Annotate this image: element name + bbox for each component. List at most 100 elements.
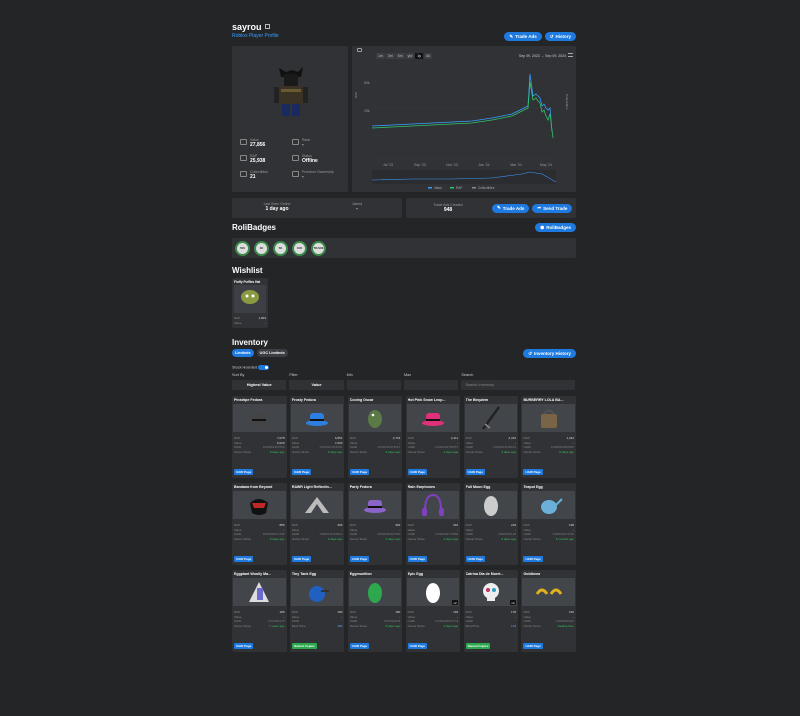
last-seen-card: Last Seen Online 1 day ago Joined - (232, 198, 402, 218)
inventory-item-card[interactable]: BURBERRY LOLA BA... RAP 1,344 Value - UAID… (521, 396, 576, 478)
uaid-page-button[interactable]: UAID Page (407, 556, 428, 562)
uaid-page-button[interactable]: UAID Page (407, 643, 428, 649)
send-trade-button[interactable]: ➦ Send Trade (532, 203, 573, 213)
inventory-item-card[interactable]: RAWR Light Reflectin... RAP 396 Value - UA… (289, 483, 345, 565)
inventory-item-card[interactable]: Tiny Tank Egg RAP 180 Value - UAID Best Pr… (289, 570, 345, 652)
inventory-item-card[interactable]: Party Fedora RAP 352 Value - UAID 115844808… (347, 483, 403, 565)
item-value: - (341, 614, 343, 619)
legend-label: Value (434, 186, 442, 190)
chart-grid (372, 79, 556, 159)
item-owner-since: 3 days ago (501, 536, 517, 541)
item-name: The Bequiem (465, 398, 489, 402)
owned-copies-button[interactable]: Owned Copies (291, 643, 317, 649)
item-owner-since: 5 days ago (559, 449, 574, 454)
search-input[interactable]: Search Inventory (461, 380, 576, 390)
badge-item[interactable]: 5K (273, 240, 288, 256)
item-thumbnail (406, 491, 460, 519)
trophy-icon (292, 139, 299, 145)
inventory-item-card[interactable]: Bandana from Beyond RAP 885 Value - UAID 48… (232, 483, 287, 565)
item-owner-since: 4 days ago (443, 449, 459, 454)
uaid-page-button[interactable]: UAID Page (234, 643, 254, 649)
item-name: Pinstripe Fedora (234, 398, 263, 402)
profile-subtitle[interactable]: Roblox Player Profile (232, 33, 279, 39)
filter-select[interactable]: Value (289, 380, 344, 390)
uaid-page-button[interactable]: UAID Page (291, 556, 312, 562)
last-seen-value: 1 day ago (265, 206, 289, 212)
series-rap-line (371, 81, 554, 139)
inventory-grid: Pinstripe Fedora RAP 7,078 Value 6,000 UAI… (232, 396, 576, 652)
item-owner-since: 4 days ago (443, 536, 459, 541)
owner-since-label: Best Price (465, 623, 480, 628)
inventory-history-button[interactable]: ↺ Inventory History (523, 349, 576, 358)
item-name: Frosty Fedora (291, 398, 316, 402)
inventory-item-card[interactable]: Full Moon Egg RAP 203 Value - UAID 13829032… (463, 483, 519, 565)
item-thumbnail (522, 578, 575, 606)
profile-header: sayrou Roblox Player Profile ✎ Trade Ads … (232, 20, 576, 42)
rolibadges-button[interactable]: ⬢ RoliBadges (535, 223, 576, 232)
item-name: Cooing Oscar (349, 398, 374, 402)
value-rap-chart: 50k 25k RAP Collectibles Jul '23 Sep '23 N… (354, 73, 569, 190)
badge-item[interactable]: 500 (235, 240, 250, 256)
item-thumbnail (406, 404, 460, 432)
max-input[interactable] (403, 380, 459, 390)
send-icon: ➦ (537, 205, 542, 210)
inventory-item-card[interactable]: Catrina Dia de Muert... x3 RAP 178 Value -… (463, 570, 519, 652)
item-quantity-badge: x3 (509, 600, 517, 605)
inventory-item-card[interactable]: Cooing Oscar RAP 2,734 Value - UAID 1158448… (347, 396, 403, 478)
tag-icon: ✎ (509, 33, 514, 39)
uaid-page-button[interactable]: UAID Page (465, 469, 485, 475)
item-owner-since: 124 (511, 623, 517, 628)
item-owner-since: 3 days ago (327, 449, 343, 454)
wishlist-item[interactable]: Fluffy Puffles Hat RAP 1,893 Value - (232, 278, 268, 328)
player-stats: Value 27,856 Rank - RAP 25,938 Status Offlin… (240, 138, 344, 180)
inventory-item-card[interactable]: Goldbrow RAP 160 Value - UAID 14095830046 O… (521, 570, 576, 652)
inventory-item-card[interactable]: Pinstripe Fedora RAP 7,078 Value 6,000 UAI… (232, 396, 287, 478)
inventory-item-card[interactable]: Eggmunition RAP 180 Value - UAID 7087361848… (347, 570, 403, 652)
owner-since-label: Owner Since (465, 536, 483, 541)
uaid-page-button[interactable]: UAID Page (291, 469, 312, 475)
inventory-item-card[interactable]: Epic Egg x2 RAP 184 Value - UAID 1158448266… (405, 570, 461, 652)
inventory-item-card[interactable]: Rain Earphones RAP 316 Value - UAID 1168448… (405, 483, 461, 565)
inventory-item-card[interactable]: Eggplant Woolly Ma... RAP 185 Value - UAID… (232, 570, 287, 652)
history-button[interactable]: ↺ History (544, 32, 576, 41)
external-link-icon[interactable] (264, 24, 270, 29)
badge-item[interactable]: 1K (254, 240, 269, 256)
owner-since-label: Owner Since (523, 536, 541, 541)
item-name: Epic Egg (407, 572, 424, 576)
item-name: Eggmunition (349, 572, 372, 576)
item-owner-since: 180 (337, 623, 343, 628)
history-icon: ↺ (528, 350, 532, 356)
legend-label: RAP (456, 186, 463, 190)
owned-copies-button[interactable]: Owned Copies (465, 643, 491, 649)
stat-rap: RAP 25,938 (240, 154, 292, 164)
item-thumbnail (348, 491, 402, 519)
uaid-page-button[interactable]: UAID Page (234, 556, 254, 562)
uaid-page-button[interactable]: UAID Page (234, 469, 254, 475)
uaid-page-button[interactable]: UAID Page (349, 643, 370, 649)
min-input[interactable] (346, 380, 401, 390)
badge-item[interactable]: 10K (292, 240, 307, 256)
tab-ugc-limiteds[interactable]: UGC Limiteds (256, 349, 288, 357)
item-thumbnail (233, 578, 286, 606)
inventory-item-card[interactable]: Hot Pink Snow Leop... RAP 2,411 Value - UA… (405, 396, 461, 478)
trade-ads-button[interactable]: ✎ Trade Ads (504, 32, 542, 41)
x-axis-ticks: Jul '23 Sep '23 Nov '23 Jan '24 Mar '24 May '… (383, 163, 552, 167)
tab-limiteds[interactable]: Limiteds (232, 349, 254, 357)
uaid-page-button[interactable]: UAID Page (349, 469, 370, 475)
uaid-page-button[interactable]: UAID Page (407, 469, 428, 475)
item-owner-since: 3 days ago (327, 536, 343, 541)
uaid-page-button[interactable]: UAID Page (523, 556, 543, 562)
uaid-page-button[interactable]: UAID Page (349, 556, 370, 562)
sort-by-select[interactable]: Highest Value (232, 380, 287, 390)
inventory-item-card[interactable]: Frosty Fedora RAP 6,854 Value 7,000 UAID 11… (289, 396, 345, 478)
uaid-page-button[interactable]: UAID Page (465, 556, 485, 562)
uaid-page-button[interactable]: UAID Page (523, 643, 543, 649)
trade-ads-action-button[interactable]: ✎ Trade Ads (492, 203, 530, 213)
owner-since-label: Owner Since (291, 536, 310, 541)
item-thumbnail (348, 404, 402, 432)
stock-hoarded-toggle[interactable] (258, 365, 270, 370)
inventory-item-card[interactable]: The Bequiem RAP 2,342 Value - UAID 11664813… (463, 396, 519, 478)
inventory-item-card[interactable]: Teapot Egg RAP 198 Value - UAID 70380162717… (521, 483, 576, 565)
uaid-page-button[interactable]: UAID Page (523, 469, 543, 475)
badge-item[interactable]: TRADE (311, 240, 326, 256)
